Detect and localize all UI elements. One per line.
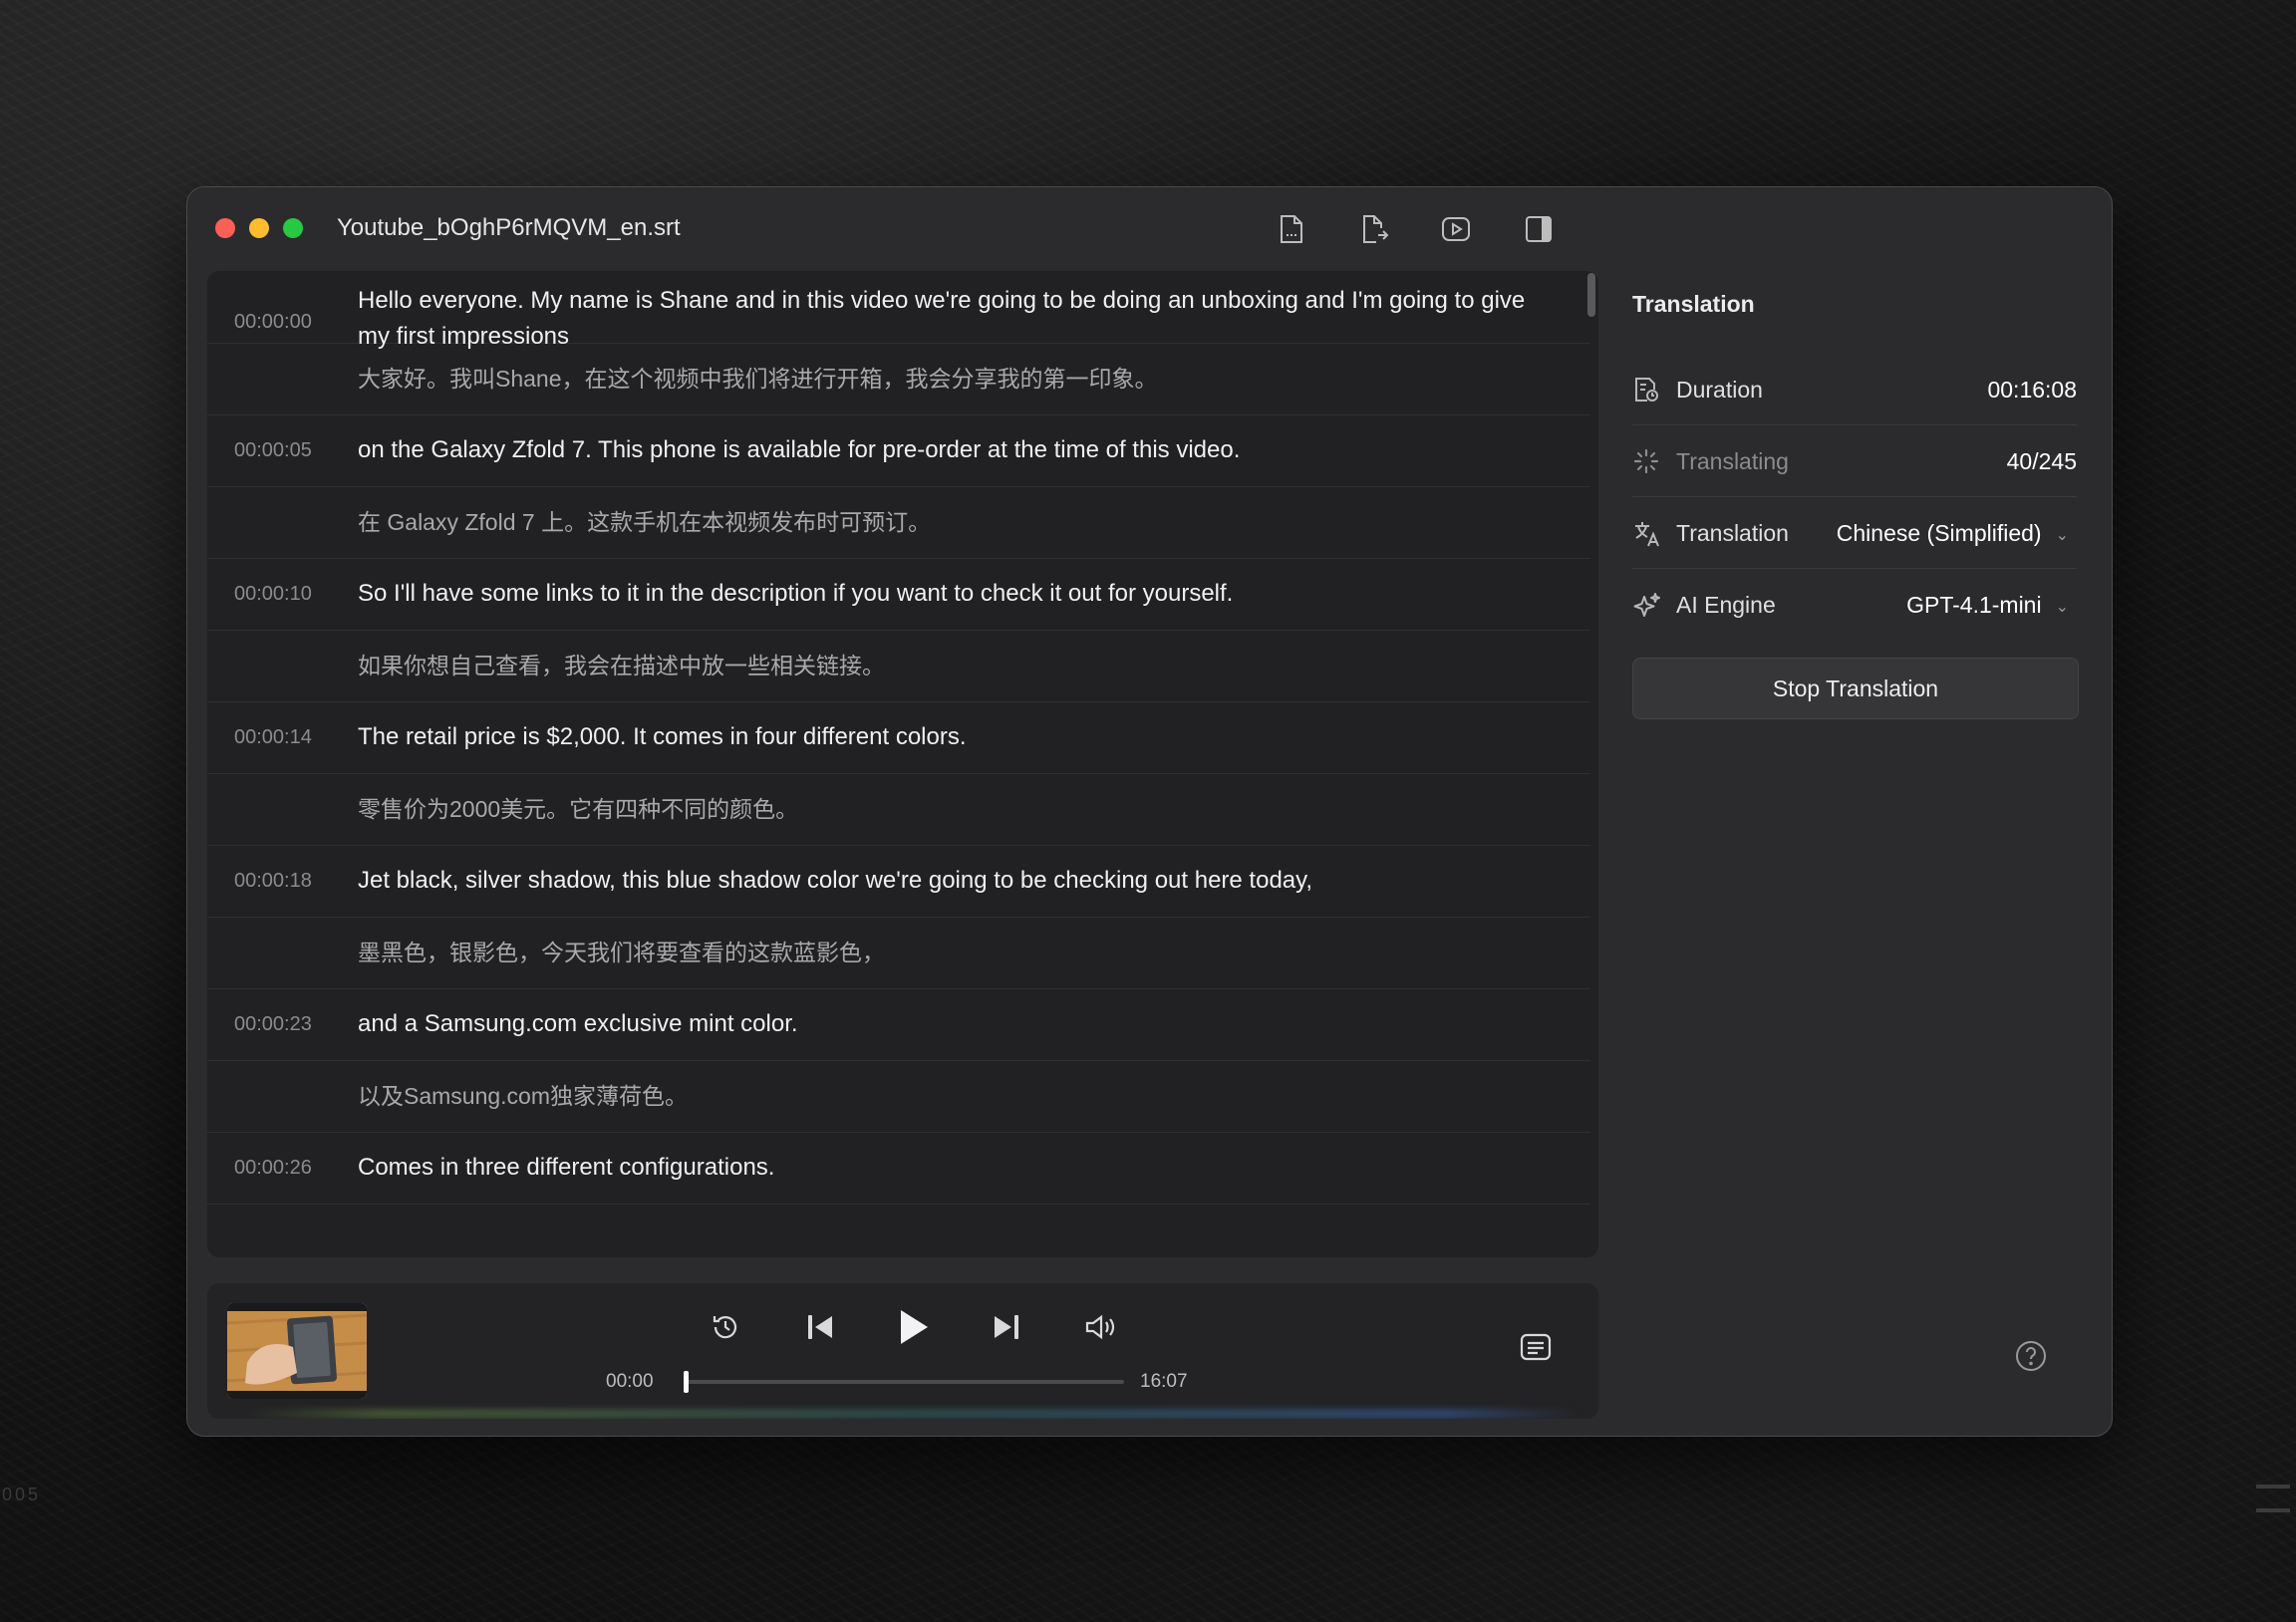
timestamp: 00:00:10 — [234, 583, 312, 605]
export-file-icon[interactable] — [1356, 211, 1392, 247]
translation-row[interactable]: 在 Galaxy Zfold 7 上。这款手机在本视频发布时可预订。 — [207, 487, 1590, 559]
subtitle-list[interactable]: 00:00:00 Hello everyone. My name is Shan… — [207, 271, 1598, 1257]
subtitles-icon[interactable] — [1517, 1329, 1555, 1365]
window-title: Youtube_bOghP6rMQVM_en.srt — [337, 214, 681, 241]
video-play-icon[interactable] — [1438, 211, 1474, 247]
source-text: on the Galaxy Zfold 7. This phone is ava… — [358, 436, 1241, 463]
duration-row: Duration 00:16:08 — [1632, 355, 2077, 425]
background-mark — [2256, 1485, 2290, 1512]
next-track-icon[interactable] — [989, 1309, 1024, 1345]
title-bar: Youtube_bOghP6rMQVM_en.srt — [187, 187, 2112, 267]
timestamp: 00:00:23 — [234, 1013, 312, 1035]
translation-row[interactable]: 大家好。我叫Shane，在这个视频中我们将进行开箱，我会分享我的第一印象。 — [207, 344, 1590, 415]
translation-row[interactable]: 以及Samsung.com独家薄荷色。 — [207, 1061, 1590, 1133]
source-text: and a Samsung.com exclusive mint color. — [358, 1010, 798, 1037]
help-icon[interactable] — [2014, 1339, 2048, 1373]
timestamp: 00:00:05 — [234, 439, 312, 461]
subtitle-row[interactable]: 00:00:26 Comes in three different config… — [207, 1133, 1590, 1205]
subtitle-row[interactable]: 00:00:23 and a Samsung.com exclusive min… — [207, 989, 1590, 1061]
close-window-button[interactable] — [215, 218, 235, 238]
translated-text: 零售价为2000美元。它有四种不同的颜色。 — [358, 796, 799, 822]
subtitle-row[interactable]: 00:00:18 Jet black, silver shadow, this … — [207, 846, 1590, 918]
spinner-icon — [1632, 447, 1660, 475]
source-text: The retail price is $2,000. It comes in … — [358, 723, 967, 750]
translated-text: 大家好。我叫Shane，在这个视频中我们将进行开箱，我会分享我的第一印象。 — [358, 366, 1158, 392]
sidebar-toggle-icon[interactable] — [1521, 211, 1557, 247]
language-select[interactable]: Chinese (Simplified) ⌄ — [1837, 520, 2069, 547]
ai-engine-row[interactable]: AI Engine GPT-4.1-mini ⌄ — [1632, 570, 2077, 640]
timestamp: 00:00:18 — [234, 870, 312, 892]
stop-translation-button[interactable]: Stop Translation — [1632, 658, 2079, 719]
subtitle-row[interactable]: 00:00:10 So I'll have some links to it i… — [207, 559, 1590, 631]
translation-row[interactable]: 如果你想自己查看，我会在描述中放一些相关链接。 — [207, 631, 1590, 702]
volume-icon[interactable] — [1081, 1309, 1119, 1345]
zoom-window-button[interactable] — [283, 218, 303, 238]
timestamp: 00:00:00 — [234, 311, 312, 333]
video-thumbnail[interactable] — [227, 1303, 367, 1399]
engine-value: GPT-4.1-mini — [1906, 592, 2042, 618]
media-player: 00:00 16:07 — [207, 1283, 1598, 1419]
translating-row: Translating 40/245 — [1632, 426, 2077, 497]
timestamp: 00:00:14 — [234, 726, 312, 748]
translated-text: 以及Samsung.com独家薄荷色。 — [358, 1083, 689, 1109]
player-glow — [247, 1409, 1578, 1419]
translated-text: 在 Galaxy Zfold 7 上。这款手机在本视频发布时可预订。 — [358, 509, 932, 535]
background-label: 005 — [2, 1485, 42, 1504]
history-icon[interactable] — [708, 1309, 743, 1345]
subtitle-row[interactable]: 00:00:14 The retail price is $2,000. It … — [207, 702, 1590, 774]
subtitle-row[interactable]: 00:00:00 Hello everyone. My name is Shan… — [207, 271, 1590, 350]
minimize-window-button[interactable] — [249, 218, 269, 238]
duration-value: 00:16:08 — [1987, 377, 2077, 403]
subtitle-file-icon[interactable] — [1274, 211, 1309, 247]
source-text: Jet black, silver shadow, this blue shad… — [358, 867, 1313, 894]
translation-row[interactable]: 墨黑色，银影色，今天我们将要查看的这款蓝影色， — [207, 918, 1590, 989]
duration-label: Duration — [1676, 377, 1763, 403]
translation-language-row[interactable]: Translation Chinese (Simplified) ⌄ — [1632, 498, 2077, 569]
translated-text: 墨黑色，银影色，今天我们将要查看的这款蓝影色， — [358, 940, 885, 965]
previous-track-icon[interactable] — [802, 1309, 838, 1345]
current-time: 00:00 — [606, 1371, 654, 1392]
subtitle-row[interactable]: 00:00:05 on the Galaxy Zfold 7. This pho… — [207, 415, 1590, 487]
translate-icon — [1632, 519, 1660, 547]
duration-icon — [1632, 376, 1660, 404]
progress-knob[interactable] — [684, 1371, 689, 1393]
engine-label: AI Engine — [1676, 592, 1776, 618]
chevron-down-icon: ⌄ — [2055, 598, 2069, 616]
translating-label: Translating — [1676, 448, 1789, 474]
language-value: Chinese (Simplified) — [1836, 520, 2042, 546]
total-time: 16:07 — [1140, 1371, 1188, 1392]
sparkle-icon — [1632, 591, 1660, 619]
sidebar-title: Translation — [1632, 291, 1755, 317]
play-icon[interactable] — [891, 1305, 935, 1349]
translating-progress: 40/245 — [2006, 448, 2077, 474]
source-text: Comes in three different configurations. — [358, 1154, 775, 1181]
progress-bar[interactable] — [684, 1371, 1124, 1393]
translation-row[interactable]: 零售价为2000美元。它有四种不同的颜色。 — [207, 774, 1590, 846]
translation-label: Translation — [1676, 520, 1789, 546]
timestamp: 00:00:26 — [234, 1157, 312, 1179]
engine-select[interactable]: GPT-4.1-mini ⌄ — [1906, 592, 2069, 619]
translated-text: 如果你想自己查看，我会在描述中放一些相关链接。 — [358, 653, 885, 678]
app-window: Youtube_bOghP6rMQVM_en.srt 00:00:00 Hell… — [186, 186, 2113, 1437]
source-text: So I'll have some links to it in the des… — [358, 580, 1234, 607]
chevron-down-icon: ⌄ — [2055, 526, 2069, 544]
